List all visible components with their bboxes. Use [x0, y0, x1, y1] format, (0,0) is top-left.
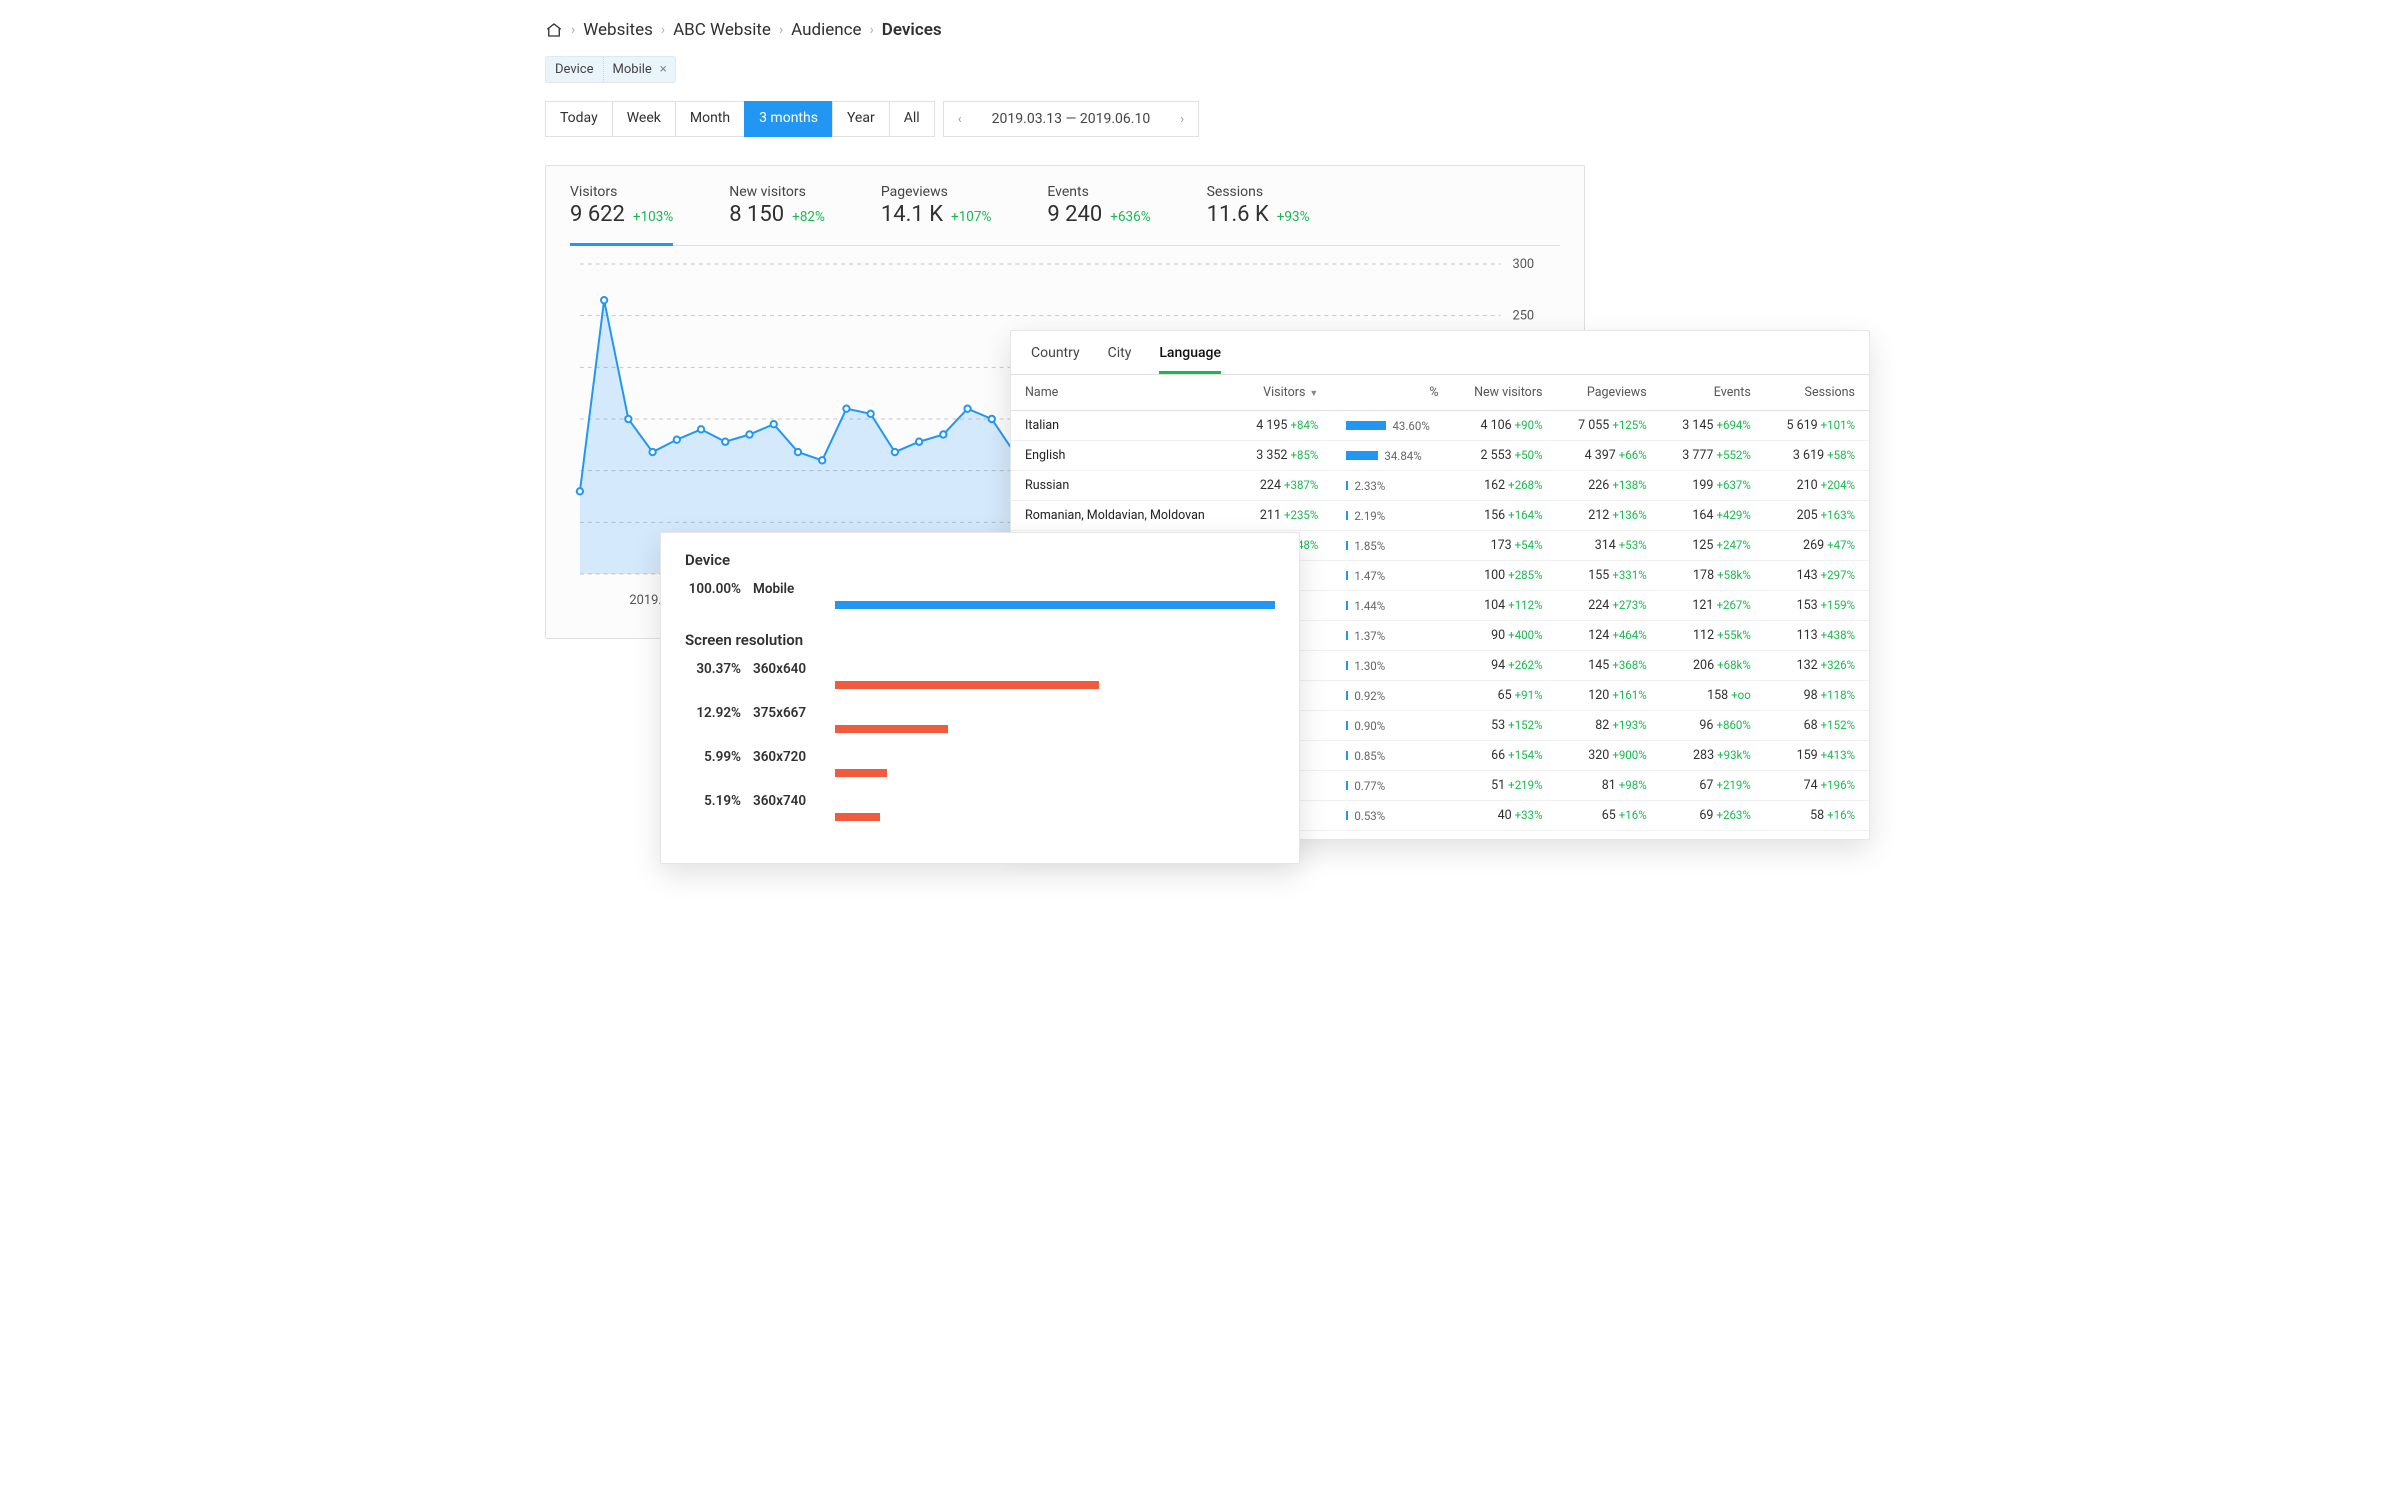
table-tabs: Country City Language [1011, 331, 1869, 375]
col-pageviews[interactable]: Pageviews [1557, 375, 1661, 411]
bar-fill-row [685, 813, 1275, 821]
bar-fill-row [685, 601, 1275, 609]
range-week[interactable]: Week [612, 101, 676, 137]
metric-new-visitors[interactable]: New visitors8 150+82% [729, 184, 825, 235]
bar-row: 12.92%375x667 [685, 705, 1275, 721]
tab-city[interactable]: City [1108, 345, 1132, 374]
breadcrumb: › Websites › ABC Website › Audience › De… [545, 20, 1855, 40]
home-icon[interactable] [545, 21, 563, 39]
resolution-heading: Screen resolution [685, 631, 1275, 649]
range-all[interactable]: All [889, 101, 935, 137]
svg-text:300: 300 [1512, 257, 1534, 272]
bar-fill-row [685, 769, 1275, 777]
filter-chip-device[interactable]: Device Mobile × [545, 56, 676, 83]
metric-visitors[interactable]: Visitors9 622+103% [570, 184, 673, 235]
page-root: › Websites › ABC Website › Audience › De… [510, 0, 1890, 856]
col-sessions[interactable]: Sessions [1765, 375, 1869, 411]
bar-row: 30.37%360x640 [685, 661, 1275, 677]
breadcrumb-websites[interactable]: Websites [583, 20, 653, 40]
bar-row: 100.00%Mobile [685, 581, 1275, 597]
chevron-left-icon[interactable]: ‹ [944, 102, 976, 136]
table-row[interactable]: Romanian, Moldavian, Moldovan211+235%2.1… [1011, 501, 1869, 531]
device-heading: Device [685, 551, 1275, 569]
chevron-right-icon[interactable]: › [1166, 102, 1198, 136]
metric-pageviews[interactable]: Pageviews14.1 K+107% [881, 184, 991, 235]
table-row[interactable]: English3 352+85%34.84%2 553+50%4 397+66%… [1011, 441, 1869, 471]
filter-chip-value: Mobile [604, 57, 658, 82]
metrics-row: Visitors9 622+103% New visitors8 150+82% P… [570, 184, 1560, 246]
bar-row: 5.19%360x740 [685, 793, 1275, 809]
range-month[interactable]: Month [675, 101, 745, 137]
range-today[interactable]: Today [545, 101, 613, 137]
filter-chip-key: Device [546, 57, 604, 82]
col-visitors[interactable]: Visitors▼ [1235, 375, 1332, 411]
col--[interactable]: % [1332, 375, 1452, 411]
bar-fill-row [685, 725, 1275, 733]
col-name[interactable]: Name [1011, 375, 1235, 411]
tab-country[interactable]: Country [1031, 345, 1080, 374]
table-row[interactable]: Russian224+387%2.33%162+268%226+138%199+… [1011, 471, 1869, 501]
breadcrumb-audience[interactable]: Audience [791, 20, 861, 40]
col-new-visitors[interactable]: New visitors [1453, 375, 1557, 411]
chevron-right-icon: › [661, 22, 665, 38]
range-3-months[interactable]: 3 months [744, 101, 833, 137]
col-events[interactable]: Events [1661, 375, 1765, 411]
table-row[interactable]: Italian4 195+84%43.60%4 106+90%7 055+125… [1011, 411, 1869, 441]
chevron-right-icon: › [779, 22, 783, 38]
svg-text:250: 250 [1512, 309, 1534, 324]
metric-events[interactable]: Events9 240+636% [1047, 184, 1150, 235]
breadcrumb-current: Devices [882, 20, 942, 40]
close-icon[interactable]: × [658, 62, 675, 77]
metric-sessions[interactable]: Sessions11.6 K+93% [1207, 184, 1310, 235]
range-year[interactable]: Year [832, 101, 890, 137]
bar-fill-row [685, 681, 1275, 689]
date-picker: ‹2019.03.13 — 2019.06.10› [943, 101, 1200, 137]
bar-row: 5.99%360x720 [685, 749, 1275, 765]
chevron-right-icon: › [571, 22, 575, 38]
device-resolution-panel: Device 100.00%Mobile Screen resolution 3… [660, 532, 1300, 864]
table-header-row: NameVisitors▼%New visitorsPageviewsEvent… [1011, 375, 1869, 411]
chevron-right-icon: › [870, 22, 874, 38]
date-range[interactable]: 2019.03.13 — 2019.06.10 [976, 111, 1167, 127]
date-range-controls: TodayWeekMonth3 monthsYearAll‹2019.03.13… [545, 101, 1855, 137]
breadcrumb-site[interactable]: ABC Website [673, 20, 771, 40]
tab-language[interactable]: Language [1159, 345, 1221, 374]
